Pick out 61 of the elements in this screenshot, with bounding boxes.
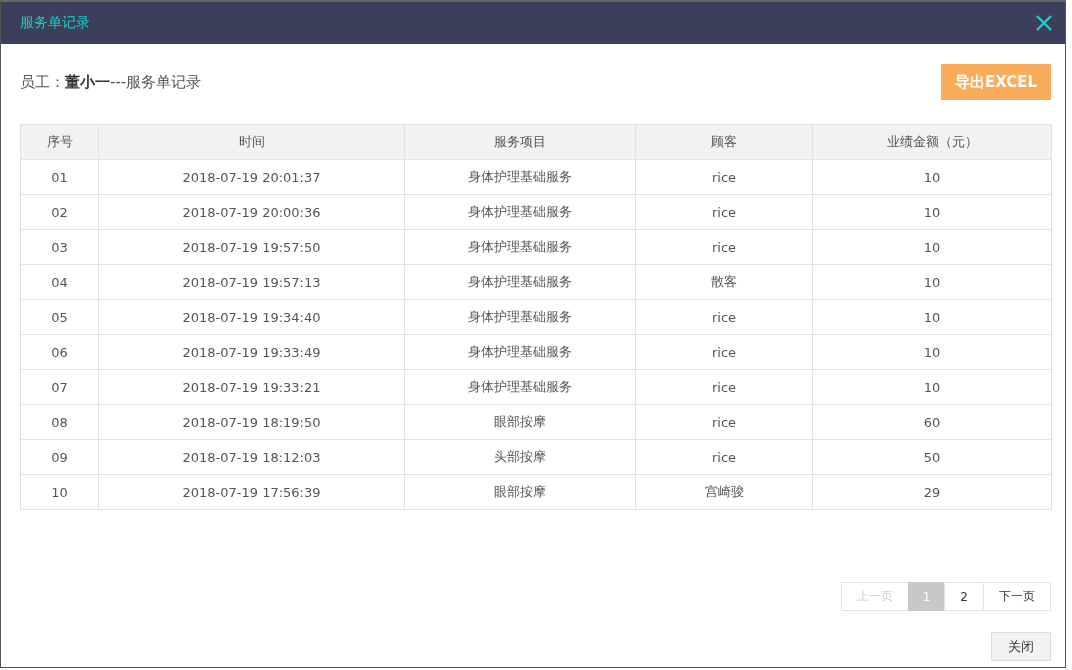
table-cell: 60 bbox=[812, 404, 1052, 440]
page-button[interactable]: 2 bbox=[944, 582, 984, 611]
table-cell: 02 bbox=[20, 194, 99, 230]
table-cell: rice bbox=[635, 299, 813, 335]
table-cell: 身体护理基础服务 bbox=[404, 194, 636, 230]
table-cell: 身体护理基础服务 bbox=[404, 264, 636, 300]
column-header: 时间 bbox=[98, 124, 405, 160]
table-cell: 2018-07-19 17:56:39 bbox=[98, 474, 405, 510]
table-cell: 29 bbox=[812, 474, 1052, 510]
table-cell: 2018-07-19 19:33:49 bbox=[98, 334, 405, 370]
table-cell: 01 bbox=[20, 159, 99, 195]
column-header: 服务项目 bbox=[404, 124, 636, 160]
column-header: 序号 bbox=[20, 124, 99, 160]
table-cell: 宫崎骏 bbox=[635, 474, 813, 510]
table-cell: 2018-07-19 19:34:40 bbox=[98, 299, 405, 335]
page-button[interactable]: 下一页 bbox=[983, 582, 1051, 611]
table-cell: 眼部按摩 bbox=[404, 404, 636, 440]
table-cell: rice bbox=[635, 194, 813, 230]
close-icon[interactable] bbox=[1035, 14, 1053, 32]
table-cell: 10 bbox=[812, 194, 1052, 230]
table-cell: 身体护理基础服务 bbox=[404, 299, 636, 335]
table-cell: rice bbox=[635, 229, 813, 265]
table-cell: 头部按摩 bbox=[404, 439, 636, 475]
table-cell: 10 bbox=[812, 299, 1052, 335]
table-cell: 身体护理基础服务 bbox=[404, 229, 636, 265]
table-cell: rice bbox=[635, 404, 813, 440]
column-header: 顾客 bbox=[635, 124, 813, 160]
table-cell: 2018-07-19 19:33:21 bbox=[98, 369, 405, 405]
table-cell: 2018-07-19 20:01:37 bbox=[98, 159, 405, 195]
close-button[interactable]: 关闭 bbox=[991, 632, 1051, 661]
table-cell: 10 bbox=[20, 474, 99, 510]
table-cell: 10 bbox=[812, 369, 1052, 405]
table-cell: 2018-07-19 19:57:50 bbox=[98, 229, 405, 265]
column-header: 业绩金额（元） bbox=[812, 124, 1052, 160]
table-cell: 07 bbox=[20, 369, 99, 405]
table-cell: rice bbox=[635, 334, 813, 370]
table-cell: rice bbox=[635, 369, 813, 405]
table-cell: 2018-07-19 19:57:13 bbox=[98, 264, 405, 300]
table-cell: 10 bbox=[812, 159, 1052, 195]
table-cell: 04 bbox=[20, 264, 99, 300]
table-cell: 03 bbox=[20, 229, 99, 265]
table-cell: rice bbox=[635, 159, 813, 195]
table-cell: 06 bbox=[20, 334, 99, 370]
table-cell: 散客 bbox=[635, 264, 813, 300]
table-cell: 眼部按摩 bbox=[404, 474, 636, 510]
table-cell: 10 bbox=[812, 334, 1052, 370]
employee-heading: 员工：董小一---服务单记录 bbox=[20, 72, 202, 92]
table-cell: 2018-07-19 20:00:36 bbox=[98, 194, 405, 230]
table-cell: 08 bbox=[20, 404, 99, 440]
table-cell: 2018-07-19 18:12:03 bbox=[98, 439, 405, 475]
table-cell: 2018-07-19 18:19:50 bbox=[98, 404, 405, 440]
table-cell: 09 bbox=[20, 439, 99, 475]
table-cell: 身体护理基础服务 bbox=[404, 334, 636, 370]
table-cell: rice bbox=[635, 439, 813, 475]
window-title: 服务单记录 bbox=[20, 14, 90, 32]
table-cell: 05 bbox=[20, 299, 99, 335]
table-cell: 50 bbox=[812, 439, 1052, 475]
table-cell: 10 bbox=[812, 229, 1052, 265]
table-cell: 10 bbox=[812, 264, 1052, 300]
table-cell: 身体护理基础服务 bbox=[404, 159, 636, 195]
table-cell: 身体护理基础服务 bbox=[404, 369, 636, 405]
